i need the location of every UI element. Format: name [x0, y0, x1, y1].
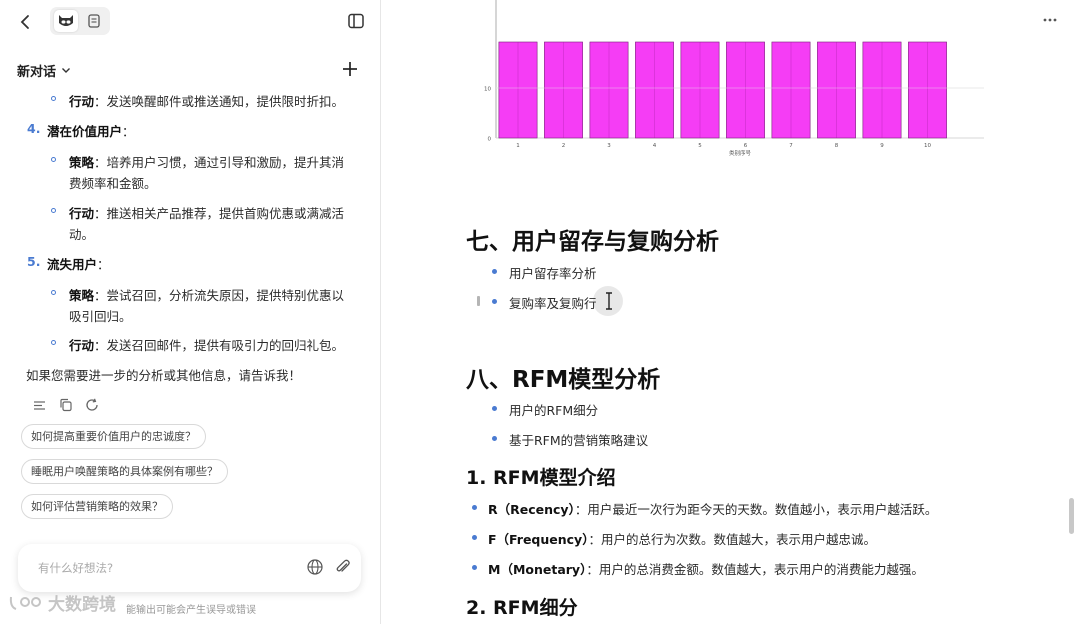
view-switcher: [50, 7, 110, 35]
list-item: 行动：发送唤醒邮件或推送通知，提供限时折扣。: [69, 94, 345, 109]
bullet: [51, 157, 56, 162]
conversation-title-text: 新对话: [17, 64, 57, 80]
bullet: [51, 340, 56, 345]
y-tick-label: 10: [484, 87, 491, 93]
x-axis-label: 类别序号: [729, 149, 752, 157]
list-item-continuation: 吸引回归。: [69, 309, 132, 324]
bullet: [492, 436, 497, 441]
bullet: [51, 96, 56, 101]
conversation-title[interactable]: 新对话: [17, 60, 72, 80]
x-tick-label: 6: [744, 143, 748, 149]
bullet: [472, 505, 477, 510]
closing-text: 如果您需要进一步的分析或其他信息，请告诉我！: [26, 368, 302, 383]
x-tick-label: 3: [607, 143, 611, 149]
list-item: R（Recency）：用户最近一次行为距今天的天数。数值越小，表示用户越活跃。: [488, 502, 938, 517]
list-item-continuation: 动。: [69, 227, 95, 242]
bar-chart: 0 10 1 2 3 4 5 6 7 8 9 10 类别序号: [484, 0, 984, 157]
x-tick-label: 9: [880, 143, 884, 149]
document-icon: [88, 14, 100, 28]
chat-input-box: [18, 544, 361, 592]
list-item: 策略：尝试召回，分析流失原因，提供特别优惠以: [69, 288, 345, 303]
list-number: 5.: [27, 254, 41, 269]
list-item: 复购率及复购行: [509, 296, 597, 311]
list-item: 基于RFM的营销策略建议: [509, 433, 649, 448]
plus-icon: [343, 62, 357, 76]
format-icon[interactable]: [32, 397, 48, 413]
drag-handle[interactable]: [477, 296, 480, 306]
y-tick-label: 0: [488, 137, 492, 143]
subsection-heading: 1. RFM模型介绍: [466, 467, 616, 489]
app-window: 新对话 行动：发送唤醒邮件或推送通知，提供限时折扣。 4. 潜在价值用户： 策略…: [0, 0, 1079, 624]
disclaimer-text: 能输出可能会产生误导或错误: [126, 605, 256, 616]
x-tick-label: 10: [924, 143, 931, 149]
list-item: 用户留存率分析: [509, 266, 597, 281]
document-panel: 0 10 1 2 3 4 5 6 7 8 9 10 类别序号 七、用户留存与复购分析 用户留存率分析 复…: [382, 0, 1079, 624]
globe-icon[interactable]: [306, 558, 324, 576]
document-tab[interactable]: [82, 10, 106, 32]
message-actions: [32, 397, 100, 413]
chevron-down-icon: [62, 68, 71, 73]
list-item: 行动：推送相关产品推荐，提供首购优惠或满减活: [69, 206, 345, 221]
chat-panel: 新对话 行动：发送唤醒邮件或推送通知，提供限时折扣。 4. 潜在价值用户： 策略…: [0, 0, 381, 624]
list-number: 4.: [27, 121, 41, 136]
list-item: 行动：发送召回邮件，提供有吸引力的回归礼包。: [69, 338, 345, 353]
list-item: 用户的RFM细分: [509, 403, 599, 418]
chat-input[interactable]: [38, 558, 298, 578]
raccoon-icon: [59, 15, 73, 26]
watermark-text: 大数跨境: [48, 595, 116, 615]
bullet: [51, 290, 56, 295]
new-chat-button[interactable]: [340, 59, 360, 79]
x-tick-label: 1: [516, 143, 520, 149]
suggestion-chip[interactable]: 如何评估营销策略的效果？: [21, 494, 173, 519]
x-tick-label: 5: [698, 143, 702, 149]
chat-toolbar: [0, 0, 380, 44]
suggestion-chip[interactable]: 如何提高重要价值用户的忠诚度？: [21, 424, 206, 449]
bullet: [492, 299, 497, 304]
watermark-logo-icon: [9, 596, 41, 610]
scrollbar-thumb[interactable]: [1069, 498, 1074, 534]
bullet: [472, 535, 477, 540]
suggestion-chip[interactable]: 睡眠用户唤醒策略的具体案例有哪些？: [21, 459, 228, 484]
x-tick-label: 7: [789, 143, 793, 149]
watermark: 大数跨境: [8, 590, 116, 615]
bullet: [492, 406, 497, 411]
list-item: 潜在价值用户：: [47, 124, 135, 139]
subsection-heading: 2. RFM细分: [466, 597, 578, 619]
back-icon[interactable]: [16, 12, 36, 32]
x-tick-label: 2: [562, 143, 566, 149]
section-heading: 七、用户留存与复购分析: [466, 229, 719, 255]
bullet: [472, 565, 477, 570]
list-item: M（Monetary）：用户的总消费金额。数值越大，表示用户的消费能力越强。: [488, 562, 924, 577]
list-item: 策略：培养用户习惯，通过引导和激励，提升其消: [69, 155, 345, 170]
x-tick-label: 8: [835, 143, 839, 149]
bullet: [492, 269, 497, 274]
x-tick-label: 4: [653, 143, 657, 149]
attachment-icon[interactable]: [334, 558, 352, 576]
bullet: [51, 208, 56, 213]
list-item: 流失用户：: [47, 257, 110, 272]
text-cursor-icon: [606, 292, 612, 310]
assistant-tab[interactable]: [54, 10, 78, 32]
copy-icon[interactable]: [58, 397, 74, 413]
section-heading: 八、RFM模型分析: [466, 367, 661, 393]
sidebar-toggle-icon[interactable]: [346, 11, 366, 31]
more-options-icon[interactable]: [1040, 10, 1060, 30]
refresh-icon[interactable]: [84, 397, 100, 413]
list-item: F（Frequency）：用户的总行为次数。数值越大，表示用户越忠诚。: [488, 532, 876, 547]
list-item-continuation: 费频率和金额。: [69, 176, 157, 191]
